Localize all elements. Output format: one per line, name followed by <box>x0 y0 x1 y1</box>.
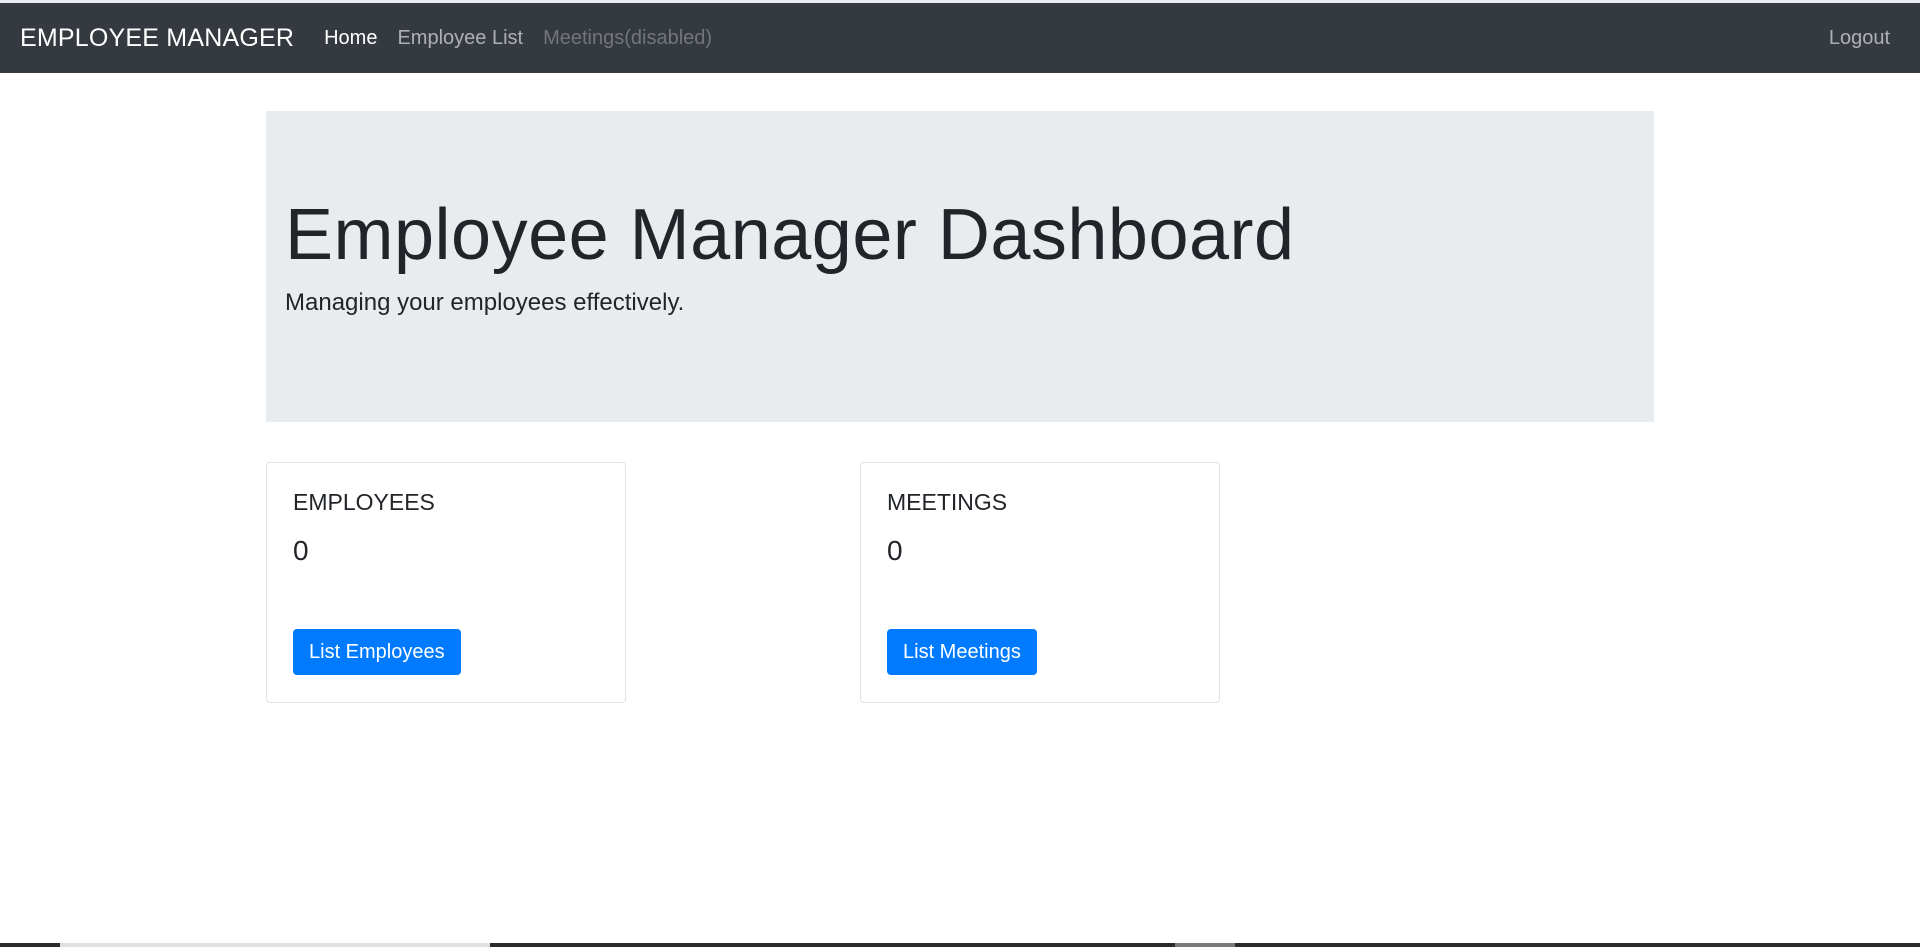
list-employees-button[interactable]: List Employees <box>293 629 461 675</box>
navbar-brand[interactable]: EMPLOYEE MANAGER <box>20 24 294 53</box>
list-meetings-button[interactable]: List Meetings <box>887 629 1037 675</box>
nav-link-home[interactable]: Home <box>324 27 377 50</box>
dashboard-jumbotron: Employee Manager Dashboard Managing your… <box>266 111 1654 422</box>
nav-link-employee-list[interactable]: Employee List <box>397 27 523 50</box>
nav-links: Home Employee List Meetings(disabled) <box>324 27 732 50</box>
page-title: Employee Manager Dashboard <box>285 195 1295 275</box>
meetings-count: 0 <box>887 535 903 566</box>
meetings-card-title: MEETINGS <box>887 489 1008 515</box>
employees-card: EMPLOYEES 0 List Employees <box>266 462 626 703</box>
employees-count: 0 <box>293 535 309 566</box>
meetings-card: MEETINGS 0 List Meetings <box>860 462 1220 703</box>
taskbar-segment <box>1175 943 1235 947</box>
nav-link-meetings-disabled: Meetings(disabled) <box>543 26 713 49</box>
logout-link[interactable]: Logout <box>1829 27 1890 50</box>
top-navbar: EMPLOYEE MANAGER Home Employee List Meet… <box>0 3 1920 73</box>
page-subtitle: Managing your employees effectively. <box>285 289 685 316</box>
taskbar-segment <box>60 943 490 947</box>
employees-card-title: EMPLOYEES <box>293 489 435 515</box>
